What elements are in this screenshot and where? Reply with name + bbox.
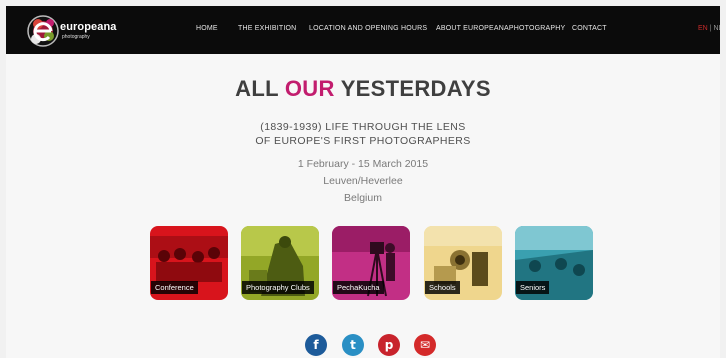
main-menu: HOME THE EXHIBITION LOCATION AND OPENING… bbox=[6, 6, 720, 54]
tile-label: Conference bbox=[151, 281, 198, 294]
top-navigation-bar: europeana photography HOME THE EXHIBITIO… bbox=[6, 6, 720, 54]
tile-pechakucha[interactable]: PechaKucha bbox=[332, 226, 410, 300]
page-title: ALL OUR YESTERDAYS bbox=[0, 76, 726, 102]
event-info: 1 February - 15 March 2015 Leuven/Heverl… bbox=[0, 156, 726, 207]
nav-contact-link[interactable]: CONTACT bbox=[572, 25, 607, 32]
tile-schools[interactable]: Schools bbox=[424, 226, 502, 300]
tile-label: PechaKucha bbox=[333, 281, 384, 294]
pinterest-share-button[interactable]: p bbox=[378, 334, 400, 356]
tile-seniors[interactable]: Seniors bbox=[515, 226, 593, 300]
subtitle-line-1: (1839-1939) LIFE THROUGH THE LENS bbox=[260, 121, 466, 133]
tile-label: Photography Clubs bbox=[242, 281, 314, 294]
page-subtitle: (1839-1939) LIFE THROUGH THE LENS OF EUR… bbox=[0, 120, 726, 148]
tile-conference[interactable]: Conference bbox=[150, 226, 228, 300]
facebook-icon: f bbox=[313, 338, 319, 352]
twitter-icon: t bbox=[350, 338, 356, 352]
tile-label: Seniors bbox=[516, 281, 550, 294]
pinterest-icon: p bbox=[384, 338, 394, 352]
event-dates: 1 February - 15 March 2015 bbox=[297, 158, 429, 170]
language-switcher: EN | NL bbox=[698, 25, 720, 32]
title-part-1: ALL bbox=[235, 76, 279, 101]
subtitle-line-2: OF EUROPE'S FIRST PHOTOGRAPHERS bbox=[255, 135, 471, 147]
language-separator: | bbox=[709, 25, 712, 32]
nav-home-link[interactable]: HOME bbox=[196, 25, 218, 32]
title-accent: OUR bbox=[284, 76, 335, 101]
language-en-link[interactable]: EN bbox=[698, 25, 708, 32]
language-nl-link[interactable]: NL bbox=[713, 25, 720, 32]
nav-exhibition-link[interactable]: THE EXHIBITION bbox=[238, 25, 296, 32]
nav-location-link[interactable]: LOCATION AND OPENING HOURS bbox=[309, 25, 427, 32]
email-icon: ✉ bbox=[419, 338, 431, 352]
tile-label: Schools bbox=[425, 281, 460, 294]
tile-photography-clubs[interactable]: Photography Clubs bbox=[241, 226, 319, 300]
title-part-2: YESTERDAYS bbox=[340, 76, 491, 101]
facebook-share-button[interactable]: f bbox=[305, 334, 327, 356]
twitter-share-button[interactable]: t bbox=[342, 334, 364, 356]
email-share-button[interactable]: ✉ bbox=[414, 334, 436, 356]
event-city: Leuven/Heverlee bbox=[323, 175, 403, 187]
nav-about-link[interactable]: ABOUT EUROPEANAPHOTOGRAPHY bbox=[436, 25, 565, 32]
event-country: Belgium bbox=[344, 192, 382, 204]
